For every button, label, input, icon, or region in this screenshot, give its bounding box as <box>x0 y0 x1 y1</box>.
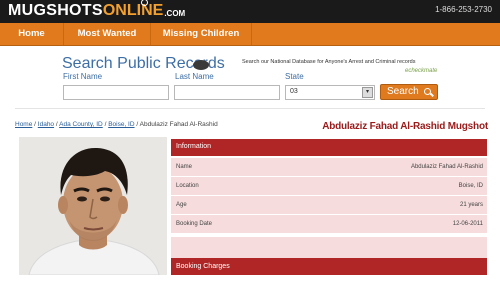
breadcrumb-home[interactable]: Home <box>15 121 32 128</box>
search-description: Search our National Database for Anyone'… <box>242 59 416 65</box>
breadcrumb-county[interactable]: Ada County, ID <box>59 121 103 128</box>
breadcrumb-separator: / <box>34 121 36 128</box>
info-label: Booking Date <box>176 221 213 227</box>
nav-missing-children[interactable]: Missing Children <box>151 23 251 45</box>
logo-main-text: MUGSHOTS <box>8 2 103 19</box>
info-label: Location <box>176 183 199 189</box>
info-panel-header: Information <box>171 139 487 156</box>
logo-com-text: .COM <box>164 9 186 18</box>
section-divider <box>15 108 485 109</box>
breadcrumb: Home / Idaho / Ada County, ID / Boise, I… <box>15 121 218 128</box>
breadcrumb-separator: / <box>104 121 107 128</box>
search-badge-icon <box>193 60 209 70</box>
search-button-label: Search <box>387 86 419 97</box>
state-select-value: 03 <box>290 88 298 95</box>
select-arrow-icon[interactable]: ▾ <box>362 87 373 98</box>
info-value: Boise, ID <box>458 183 483 189</box>
nav-home[interactable]: Home <box>0 23 63 45</box>
last-name-label: Last Name <box>175 72 214 81</box>
logo-online-text: ONLINE <box>102 2 164 19</box>
info-row-booking-date: Booking Date 12-06-2011 <box>171 215 487 234</box>
info-panel-title: Information <box>176 143 212 150</box>
last-name-input[interactable] <box>174 85 280 100</box>
main-nav: Home Most Wanted Missing Children <box>0 23 500 46</box>
info-row-age: Age 21 years <box>171 196 487 215</box>
info-value: Abdulaziz Fahad Al-Rashid <box>410 164 483 170</box>
first-name-input[interactable] <box>63 85 169 100</box>
info-label: Name <box>176 164 193 170</box>
breadcrumb-state[interactable]: Idaho <box>38 121 54 128</box>
info-value: 12-06-2011 <box>452 221 483 227</box>
info-value: 21 years <box>459 202 483 208</box>
search-icon <box>424 88 431 95</box>
nav-divider <box>251 23 252 45</box>
mugshot-photo <box>19 137 167 275</box>
info-row-name: Name Abdulaziz Fahad Al-Rashid <box>171 158 487 177</box>
phone-number[interactable]: 1-866-253-2730 <box>435 5 492 14</box>
booking-charges-title: Booking Charges <box>176 263 230 270</box>
search-button[interactable]: Search <box>380 84 438 100</box>
breadcrumb-current: Abdulaziz Fahad Al-Rashid <box>139 121 218 128</box>
info-label: Age <box>176 202 187 208</box>
state-label: State <box>285 72 304 81</box>
breadcrumb-city[interactable]: Boise, ID <box>108 121 134 128</box>
top-bar: MUGSHOTS ONLINE .COM 1-866-253-2730 <box>0 0 500 23</box>
booking-charges-header: Booking Charges <box>171 258 487 275</box>
site-logo[interactable]: MUGSHOTS ONLINE .COM <box>8 1 185 21</box>
state-select[interactable]: 03 ▾ <box>285 85 375 100</box>
breadcrumb-separator: / <box>136 121 139 128</box>
page: MUGSHOTS ONLINE .COM 1-866-253-2730 Home… <box>0 0 500 293</box>
first-name-label: First Name <box>63 72 103 81</box>
nav-most-wanted[interactable]: Most Wanted <box>64 23 150 45</box>
info-row-location: Location Boise, ID <box>171 177 487 196</box>
echeckmate-logo: echeckmate <box>405 68 438 74</box>
breadcrumb-separator: / <box>55 121 58 128</box>
info-panel-spacer <box>171 237 487 258</box>
page-title: Abdulaziz Fahad Al-Rashid Mugshot <box>322 121 488 132</box>
mugshot-illustration <box>19 137 167 275</box>
